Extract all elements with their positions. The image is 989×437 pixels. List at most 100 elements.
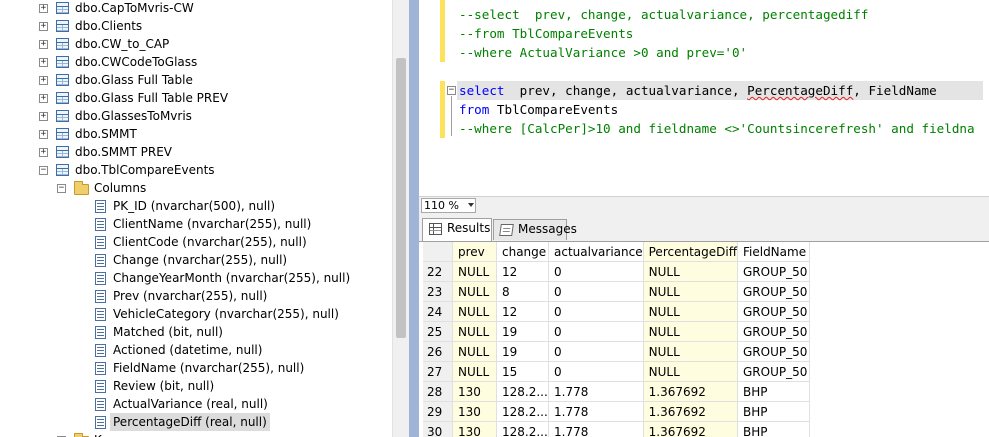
table-cell[interactable]: NULL <box>643 281 738 302</box>
table-row[interactable]: 26 NULL 19 0 NULL GROUP_50 <box>423 341 810 362</box>
table-cell[interactable]: 130 <box>452 421 497 437</box>
table-cell[interactable]: BHP <box>737 401 810 422</box>
expand-icon[interactable]: + <box>39 22 48 31</box>
table-cell[interactable]: 8 <box>496 281 549 302</box>
column-header[interactable]: FieldName <box>737 242 810 262</box>
table-cell[interactable]: BHP <box>737 421 810 437</box>
table-cell[interactable]: 1.778 <box>548 401 644 422</box>
row-number-cell[interactable]: 29 <box>423 401 453 422</box>
editor-horizontal-scrollbar[interactable] <box>479 199 987 212</box>
pane-splitter[interactable] <box>409 0 419 437</box>
table-cell[interactable]: NULL <box>643 301 738 322</box>
table-cell[interactable]: 19 <box>496 321 549 342</box>
table-row[interactable]: 25 NULL 19 0 NULL GROUP_50 <box>423 321 810 342</box>
row-number-cell[interactable]: 27 <box>423 361 453 382</box>
tree-item-table[interactable]: + dbo.Glass Full Table PREV <box>0 89 392 107</box>
tree-item-table[interactable]: + dbo.CW_to_CAP <box>0 35 392 53</box>
zoom-dropdown[interactable]: 110 % <box>421 198 476 213</box>
tree-item-partial[interactable]: +K <box>0 431 392 437</box>
table-cell[interactable]: 0 <box>548 261 644 282</box>
expand-icon[interactable]: + <box>39 130 48 139</box>
table-cell[interactable]: 1.778 <box>548 381 644 402</box>
table-cell[interactable]: 12 <box>496 301 549 322</box>
table-cell[interactable]: NULL <box>452 341 497 362</box>
table-cell[interactable]: NULL <box>452 281 497 302</box>
table-cell[interactable]: 0 <box>548 321 644 342</box>
column-header[interactable]: change <box>496 242 549 262</box>
query-editor[interactable]: --select prev, change, actualvariance, p… <box>419 0 989 196</box>
table-cell[interactable]: NULL <box>643 341 738 362</box>
explorer-scrollbar-thumb[interactable] <box>396 58 406 338</box>
collapse-icon[interactable]: − <box>57 184 66 193</box>
row-number-cell[interactable]: 26 <box>423 341 453 362</box>
tree-item-table[interactable]: + dbo.Clients <box>0 17 392 35</box>
row-number-cell[interactable]: 24 <box>423 301 453 322</box>
expand-icon[interactable]: + <box>39 94 48 103</box>
table-cell[interactable]: 1.367692 <box>643 421 738 437</box>
tree-item-column[interactable]: VehicleCategory (nvarchar(255), null) <box>0 305 392 323</box>
table-cell[interactable]: 0 <box>548 281 644 302</box>
table-cell[interactable]: GROUP_50 <box>737 281 810 302</box>
collapse-icon[interactable]: − <box>39 166 48 175</box>
table-cell[interactable]: GROUP_50 <box>737 321 810 342</box>
expand-icon[interactable]: + <box>39 112 48 121</box>
collapse-toggle-icon[interactable]: − <box>447 86 456 95</box>
tree-item-column[interactable]: Matched (bit, null) <box>0 323 392 341</box>
tree-item-table[interactable]: + dbo.GlassesToMvris <box>0 107 392 125</box>
tree-item-table[interactable]: + dbo.SMMT PREV <box>0 143 392 161</box>
table-cell[interactable]: GROUP_50 <box>737 341 810 362</box>
table-cell[interactable]: NULL <box>452 301 497 322</box>
tree-item-column[interactable]: FieldName (nvarchar(255), null) <box>0 359 392 377</box>
table-cell[interactable]: BHP <box>737 381 810 402</box>
tab-results[interactable]: Results <box>422 218 492 241</box>
tree-item-column[interactable]: Change (nvarchar(255), null) <box>0 251 392 269</box>
row-number-cell[interactable]: 30 <box>423 421 453 437</box>
table-cell[interactable]: 130 <box>452 401 497 422</box>
expand-icon[interactable]: + <box>39 76 48 85</box>
table-cell[interactable]: 130 <box>452 381 497 402</box>
tree-item-columns-folder[interactable]: − Columns <box>0 179 392 197</box>
table-cell[interactable]: NULL <box>452 321 497 342</box>
tree-item-column[interactable]: Actioned (datetime, null) <box>0 341 392 359</box>
table-cell[interactable]: 1.367692 <box>643 401 738 422</box>
table-cell[interactable]: 128.2... <box>496 381 549 402</box>
tree-item-column[interactable]: ClientCode (nvarchar(255), null) <box>0 233 392 251</box>
table-row[interactable]: 29 130 128.2... 1.778 1.367692 BHP <box>423 401 810 422</box>
results-grid[interactable]: prev change actualvariance PercentageDif… <box>419 241 989 437</box>
table-cell[interactable]: NULL <box>643 361 738 382</box>
tree-item-column[interactable]: PercentageDiff (real, null) <box>0 413 392 431</box>
table-cell[interactable]: 0 <box>548 361 644 382</box>
table-row[interactable]: 27 NULL 15 0 NULL GROUP_50 <box>423 361 810 382</box>
tree-item-table[interactable]: + dbo.CWCodeToGlass <box>0 53 392 71</box>
column-header[interactable]: prev <box>452 242 497 262</box>
table-cell[interactable]: 128.2... <box>496 401 549 422</box>
row-number-cell[interactable]: 28 <box>423 381 453 402</box>
tree-item-column[interactable]: Prev (nvarchar(255), null) <box>0 287 392 305</box>
table-cell[interactable]: 15 <box>496 361 549 382</box>
table-cell[interactable]: GROUP_50 <box>737 361 810 382</box>
row-number-cell[interactable]: 22 <box>423 261 453 282</box>
table-cell[interactable]: 128.2... <box>496 421 549 437</box>
explorer-scrollbar[interactable] <box>392 0 409 437</box>
tree-item-column[interactable]: Review (bit, null) <box>0 377 392 395</box>
table-cell[interactable]: 12 <box>496 261 549 282</box>
tree-item-column[interactable]: ClientName (nvarchar(255), null) <box>0 215 392 233</box>
table-cell[interactable]: 19 <box>496 341 549 362</box>
expand-icon[interactable]: + <box>39 148 48 157</box>
tree-item-table[interactable]: + dbo.Glass Full Table <box>0 71 392 89</box>
table-cell[interactable]: NULL <box>643 321 738 342</box>
table-cell[interactable]: NULL <box>452 261 497 282</box>
table-cell[interactable]: NULL <box>452 361 497 382</box>
table-cell[interactable]: GROUP_50 <box>737 261 810 282</box>
expand-icon[interactable]: + <box>39 40 48 49</box>
tab-messages[interactable]: Messages <box>493 219 577 240</box>
table-row[interactable]: 30 130 128.2... 1.778 1.367692 BHP <box>423 421 810 437</box>
expand-icon[interactable]: + <box>39 58 48 67</box>
tree-item-column[interactable]: ActualVariance (real, null) <box>0 395 392 413</box>
tree-item-table[interactable]: − dbo.TblCompareEvents <box>0 161 392 179</box>
table-row[interactable]: 23 NULL 8 0 NULL GROUP_50 <box>423 281 810 302</box>
table-cell[interactable]: 1.367692 <box>643 381 738 402</box>
table-row[interactable]: 22 NULL 12 0 NULL GROUP_50 <box>423 261 810 282</box>
tree-item-column[interactable]: PK_ID (nvarchar(500), null) <box>0 197 392 215</box>
table-cell[interactable]: 1.778 <box>548 421 644 437</box>
